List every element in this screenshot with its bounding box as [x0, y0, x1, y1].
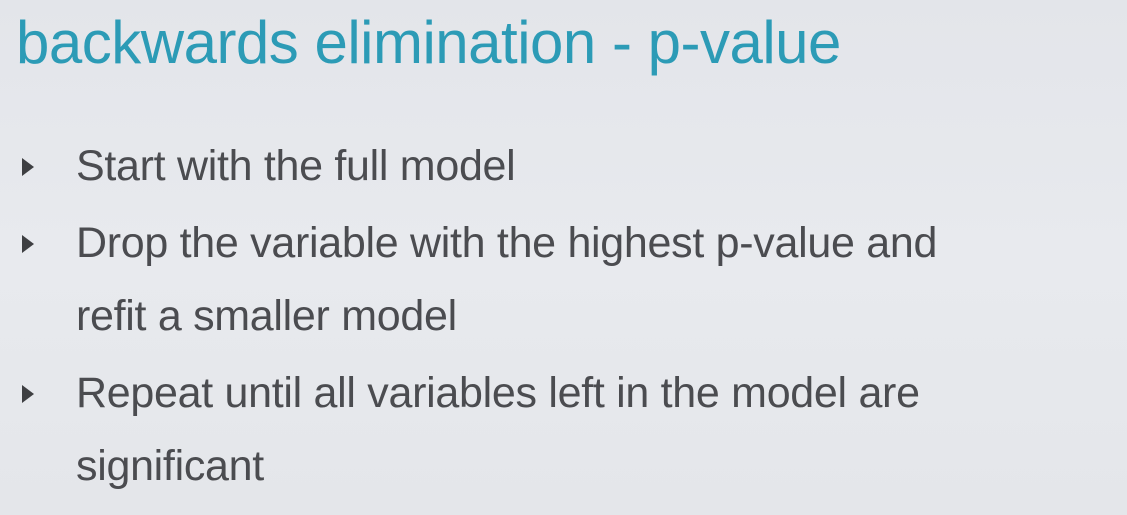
bullet-triangle-icon: [22, 385, 34, 403]
bullet-item: Drop the variable with the highest p-val…: [0, 207, 1127, 353]
bullet-text: Repeat until all variables left in the m…: [76, 369, 920, 417]
bullet-item: Repeat until all variables left in the m…: [0, 357, 1127, 503]
bullet-text-continued: refit a smaller model: [76, 292, 457, 340]
bullet-item: Start with the full model: [0, 130, 1127, 203]
bullet-triangle-icon: [22, 158, 34, 176]
bullet-triangle-icon: [22, 235, 34, 253]
slide-title: backwards elimination - p-value: [16, 9, 841, 76]
bullet-text: Drop the variable with the highest p-val…: [76, 219, 938, 267]
bullet-list: Start with the full model Drop the varia…: [0, 130, 1127, 503]
bullet-text: Start with the full model: [76, 142, 516, 190]
bullet-text-continued: significant: [76, 442, 264, 490]
